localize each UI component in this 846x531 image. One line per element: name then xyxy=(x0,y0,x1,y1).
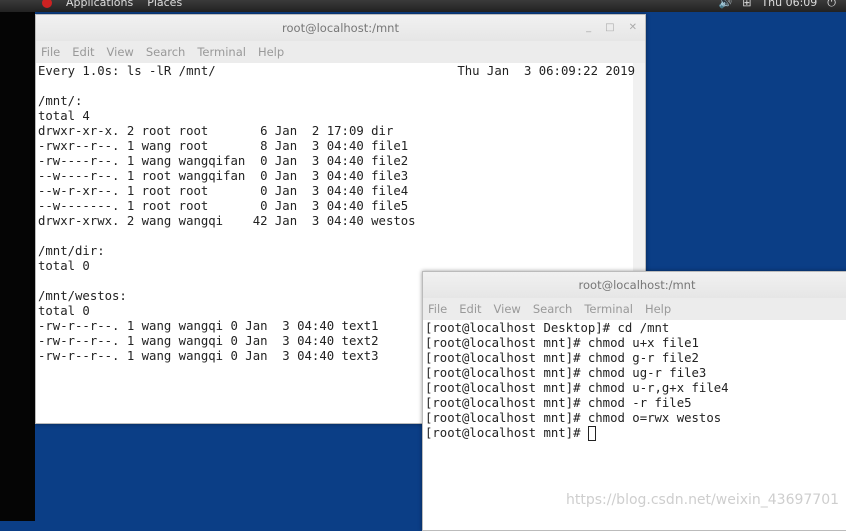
menu-terminal[interactable]: Terminal xyxy=(584,298,633,320)
redhat-logo-icon xyxy=(42,0,52,8)
applications-menu[interactable]: Applications xyxy=(66,0,133,9)
top-bar: Applications Places 🔊 ⊞ Thu 06:09 ⏻ xyxy=(0,0,846,12)
menu-search[interactable]: Search xyxy=(533,298,573,320)
minimize-icon[interactable]: _ xyxy=(586,15,591,41)
clock[interactable]: Thu 06:09 xyxy=(761,0,817,10)
terminal-line: /mnt/: xyxy=(38,94,83,108)
window-title: root@localhost:/mnt xyxy=(282,21,399,35)
watermark: https://blog.csdn.net/weixin_43697701 xyxy=(566,492,840,508)
network-icon[interactable]: ⊞ xyxy=(742,0,751,10)
menu-search[interactable]: Search xyxy=(146,41,186,63)
terminal-line: [root@localhost mnt]# chmod u-r,g+x file… xyxy=(425,381,729,395)
places-menu[interactable]: Places xyxy=(147,0,182,9)
terminal-line: [root@localhost mnt]# chmod o=rwx westos xyxy=(425,411,722,425)
terminal-line: [root@localhost Desktop]# cd /mnt xyxy=(425,321,670,335)
window-title: root@localhost:/mnt xyxy=(578,278,696,292)
volume-icon[interactable]: 🔊 xyxy=(719,0,733,10)
menu-view[interactable]: View xyxy=(107,41,134,63)
close-icon[interactable]: ✕ xyxy=(629,15,637,41)
terminal-line: -rwxr--r--. 1 wang root 8 Jan 3 04:40 fi… xyxy=(38,139,409,153)
terminal-line: drwxr-xr-x. 2 root root 6 Jan 2 17:09 di… xyxy=(38,124,394,138)
terminal-output[interactable]: [root@localhost Desktop]# cd /mnt [root@l… xyxy=(423,320,846,442)
terminal-line: -rw----r--. 1 wang wangqifan 0 Jan 3 04:… xyxy=(38,154,409,168)
terminal-line: [root@localhost mnt]# chmod u+x file1 xyxy=(425,336,699,350)
terminal-line: /mnt/dir: xyxy=(38,244,105,258)
watch-command: Every 1.0s: ls -lR /mnt/ xyxy=(38,64,216,78)
menu-bar: File Edit View Search Terminal Help xyxy=(423,298,846,320)
menu-help[interactable]: Help xyxy=(258,41,284,63)
terminal-line: --w-------. 1 root root 0 Jan 3 04:40 fi… xyxy=(38,199,409,213)
terminal-line: total 4 xyxy=(38,109,90,123)
menu-terminal[interactable]: Terminal xyxy=(197,41,246,63)
menu-view[interactable]: View xyxy=(494,298,521,320)
menu-bar: File Edit View Search Terminal Help xyxy=(36,41,645,63)
terminal-line: [root@localhost mnt]# chmod ug-r file3 xyxy=(425,366,707,380)
terminal-line: --w----r--. 1 root wangqifan 0 Jan 3 04:… xyxy=(38,169,409,183)
prompt: [root@localhost mnt]# xyxy=(425,426,588,440)
menu-edit[interactable]: Edit xyxy=(72,41,94,63)
title-bar[interactable]: root@localhost:/mnt xyxy=(423,272,846,298)
terminal-line: --w-r-xr--. 1 root root 0 Jan 3 04:40 fi… xyxy=(38,184,409,198)
terminal-line: [root@localhost mnt]# chmod g-r file2 xyxy=(425,351,699,365)
menu-help[interactable]: Help xyxy=(645,298,671,320)
menu-edit[interactable]: Edit xyxy=(459,298,481,320)
terminal-line: drwxr-xrwx. 2 wang wangqi 42 Jan 3 04:40… xyxy=(38,214,416,228)
maximize-icon[interactable]: □ xyxy=(605,15,614,41)
terminal-line: [root@localhost mnt]# xyxy=(425,426,846,441)
cursor xyxy=(587,426,596,441)
title-bar[interactable]: root@localhost:/mnt _ □ ✕ xyxy=(36,15,645,41)
terminal-line: [root@localhost mnt]# chmod -r file5 xyxy=(425,396,692,410)
power-icon[interactable]: ⏻ xyxy=(827,0,836,10)
left-panel xyxy=(0,0,35,521)
watch-timestamp: Thu Jan 3 06:09:22 2019 xyxy=(457,64,635,78)
menu-file[interactable]: File xyxy=(428,298,447,320)
menu-file[interactable]: File xyxy=(41,41,60,63)
